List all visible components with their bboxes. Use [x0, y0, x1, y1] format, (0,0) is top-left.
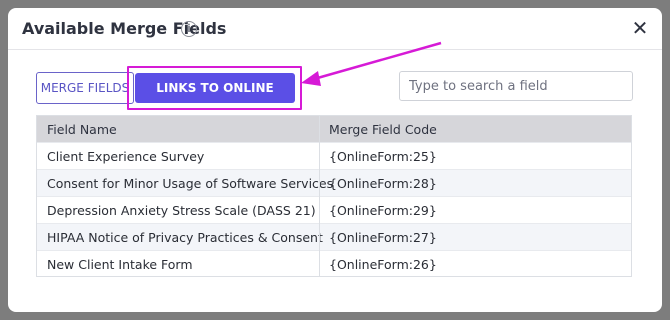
column-header-merge-field-code: Merge Field Code — [329, 122, 437, 137]
merge-code-cell: {OnlineForm:28} — [329, 176, 437, 191]
table-row[interactable]: Depression Anxiety Stress Scale (DASS 21… — [37, 196, 631, 223]
merge-code-cell: {OnlineForm:27} — [329, 230, 437, 245]
column-divider — [319, 116, 320, 276]
field-name-cell: HIPAA Notice of Privacy Practices & Cons… — [47, 230, 323, 245]
column-header-field-name: Field Name — [47, 122, 117, 137]
merge-code-cell: {OnlineForm:26} — [329, 257, 437, 272]
dialog-header: Available Merge Fields i ✕ — [8, 8, 662, 50]
field-name-cell: Consent for Minor Usage of Software Serv… — [47, 176, 334, 191]
merge-fields-table: Field Name Merge Field Code Client Exper… — [36, 115, 632, 277]
table-row[interactable]: Consent for Minor Usage of Software Serv… — [37, 169, 631, 196]
search-field-input[interactable] — [399, 71, 633, 101]
tab-merge-fields[interactable]: MERGE FIELDS — [36, 72, 134, 104]
table-header: Field Name Merge Field Code — [37, 116, 631, 142]
field-name-cell: Depression Anxiety Stress Scale (DASS 21… — [47, 203, 316, 218]
merge-code-cell: {OnlineForm:25} — [329, 149, 437, 164]
merge-code-cell: {OnlineForm:29} — [329, 203, 437, 218]
field-name-cell: New Client Intake Form — [47, 257, 193, 272]
info-icon[interactable]: i — [181, 21, 197, 37]
field-name-cell: Client Experience Survey — [47, 149, 205, 164]
table-row[interactable]: New Client Intake Form {OnlineForm:26} — [37, 250, 631, 277]
table-row[interactable]: HIPAA Notice of Privacy Practices & Cons… — [37, 223, 631, 250]
merge-fields-dialog: Available Merge Fields i ✕ MERGE FIELDS … — [8, 8, 662, 312]
tab-links-to-online-forms[interactable]: LINKS TO ONLINE FORMS — [135, 73, 295, 125]
close-icon[interactable]: ✕ — [630, 17, 650, 39]
table-row[interactable]: Client Experience Survey {OnlineForm:25} — [37, 142, 631, 169]
